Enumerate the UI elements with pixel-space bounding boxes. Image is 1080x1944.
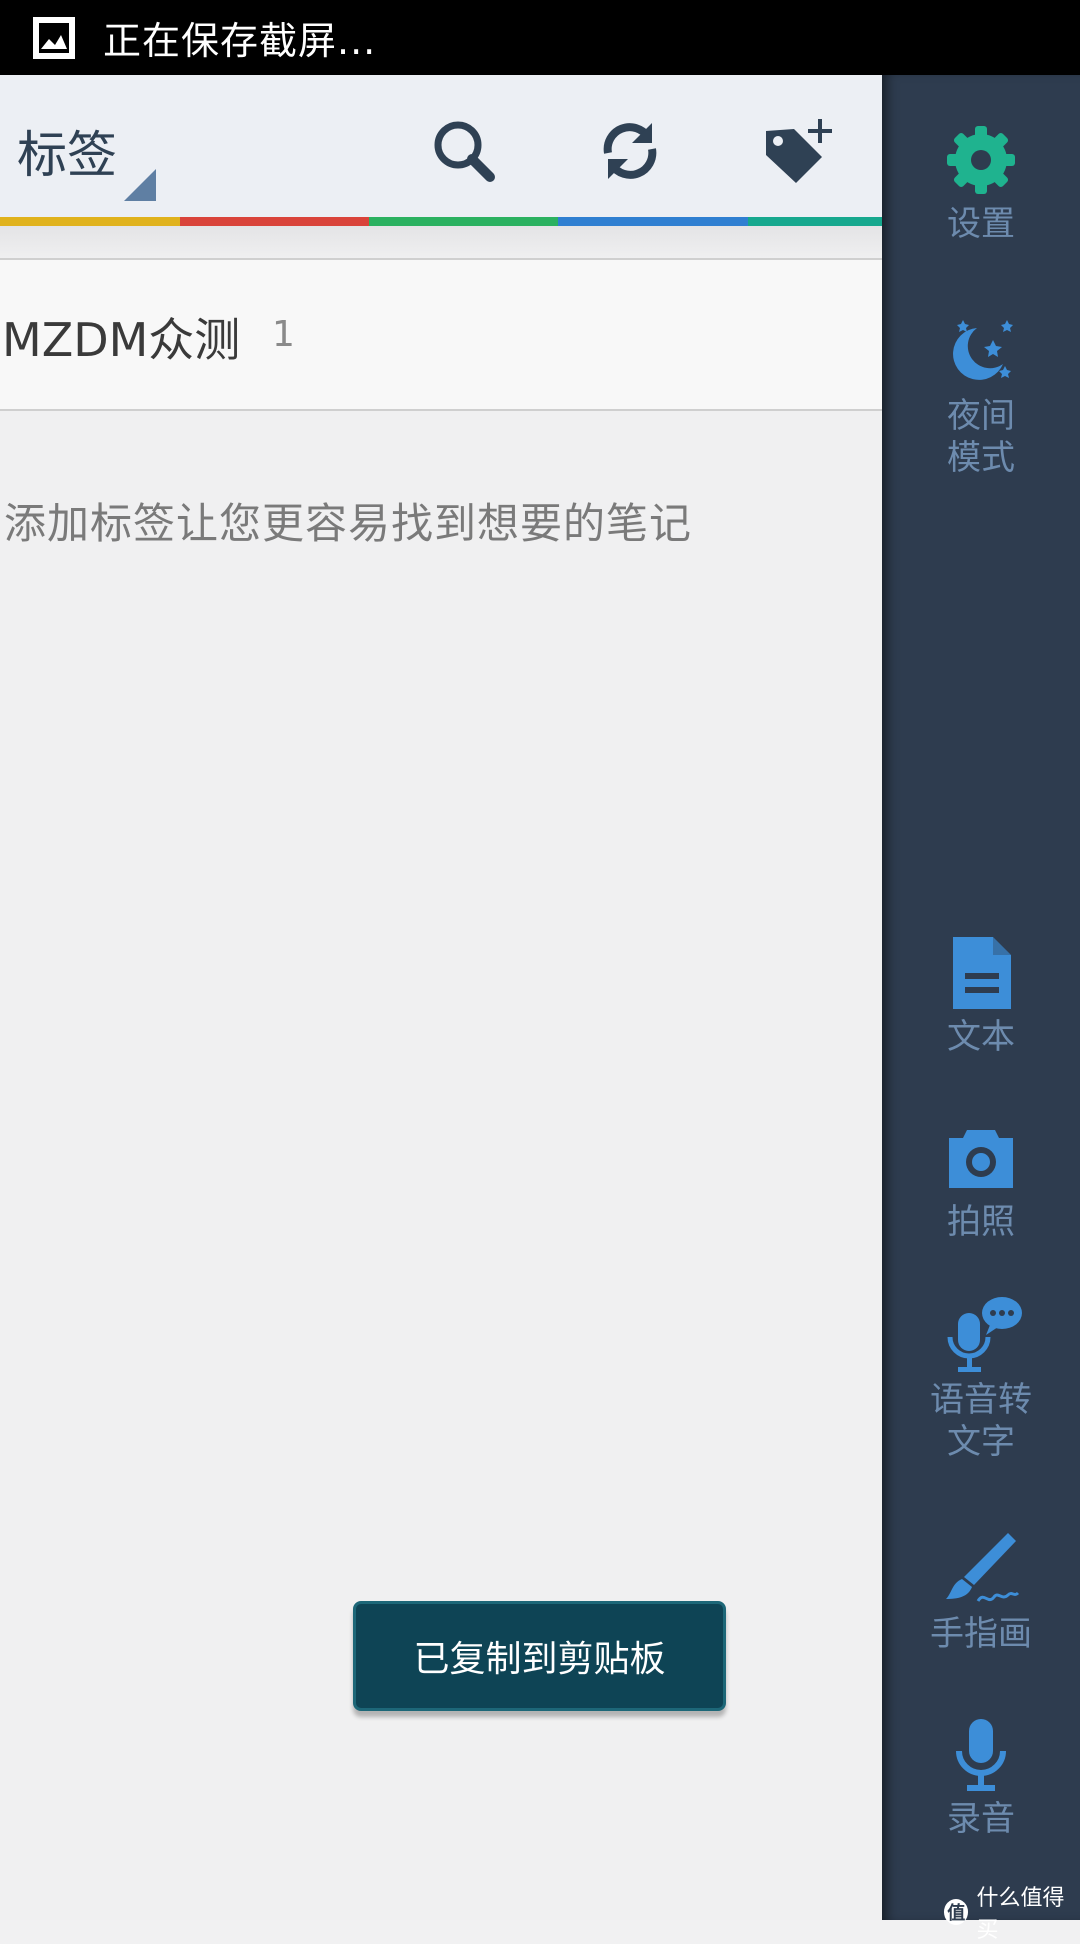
sidebar-item-label: 语音转 文字 (930, 1380, 1032, 1462)
color-strip-segment (369, 217, 558, 226)
tag-name: MZDM众测 (2, 313, 241, 367)
search-icon (434, 121, 495, 182)
search-button[interactable] (424, 111, 504, 191)
add-tag-button[interactable] (758, 111, 838, 191)
camera-icon (938, 1115, 1024, 1201)
status-text: 正在保存截屏... (103, 19, 377, 63)
add-tag-icon (766, 119, 832, 183)
night-mode-icon (938, 309, 1024, 395)
speech-to-text-icon (938, 1293, 1024, 1379)
color-strip (0, 217, 882, 226)
sidebar: 设置 夜间 模式 文本 拍照 语音转 文字 手指画 录音 (882, 75, 1080, 1920)
color-strip-segment (0, 217, 180, 226)
sidebar-item-label: 文本 (947, 1017, 1015, 1057)
gear-icon (938, 117, 1024, 203)
toolbar: 标签 (0, 75, 882, 217)
tag-count: 1 (272, 314, 295, 355)
color-strip-segment (180, 217, 369, 226)
color-strip-segment (748, 217, 882, 226)
watermark: 值 什么值得买 (944, 1880, 1080, 1944)
sidebar-item-label: 录音 (947, 1799, 1015, 1839)
sidebar-item-settings[interactable]: 设置 (882, 117, 1080, 245)
sidebar-item-finger-paint[interactable]: 手指画 (882, 1527, 1080, 1655)
sidebar-item-night-mode[interactable]: 夜间 模式 (882, 309, 1080, 479)
screenshot-icon (31, 15, 77, 61)
hint-text: 添加标签让您更容易找到想要的笔记 (4, 499, 693, 548)
sidebar-item-label: 设置 (947, 204, 1015, 244)
page-title[interactable]: 标签 (17, 115, 117, 187)
color-strip-segment (558, 217, 748, 226)
watermark-text: 什么值得买 (976, 1886, 1065, 1943)
sidebar-item-camera[interactable]: 拍照 (882, 1115, 1080, 1243)
toolbar-shadow (0, 226, 882, 258)
status-bar: 正在保存截屏... (0, 0, 1080, 75)
sidebar-item-speech-to-text[interactable]: 语音转 文字 (882, 1293, 1080, 1463)
sidebar-item-label: 夜间 模式 (947, 396, 1015, 478)
list-item[interactable]: MZDM众测 1 (0, 258, 882, 411)
watermark-logo: 值 (944, 1899, 969, 1925)
sidebar-item-label: 拍照 (947, 1202, 1015, 1242)
dropdown-triangle-icon[interactable] (124, 169, 156, 201)
brush-icon (938, 1527, 1024, 1613)
sync-button[interactable] (590, 111, 670, 191)
main-panel: 标签 MZDM众测 1 添加标签让您更容易找到想要的笔记 已复制到剪贴板 (0, 75, 882, 1920)
sidebar-item-text[interactable]: 文本 (882, 930, 1080, 1058)
toast-message: 已复制到剪贴板 (353, 1601, 726, 1711)
sidebar-item-label: 手指画 (930, 1614, 1032, 1654)
sync-icon (603, 123, 657, 179)
microphone-icon (938, 1712, 1024, 1798)
document-icon (938, 930, 1024, 1016)
sidebar-item-record[interactable]: 录音 (882, 1712, 1080, 1840)
